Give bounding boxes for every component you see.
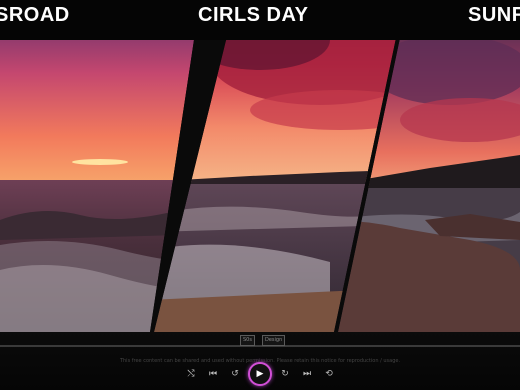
video-player-frame: SROAD CIRLS DAY SUNF S0s Design This fre…: [0, 0, 520, 390]
panel-title-2: CIRLS DAY: [198, 4, 309, 26]
skip-forward-icon[interactable]: ⏭: [298, 365, 316, 383]
timeline-marker-1[interactable]: S0s: [240, 335, 255, 346]
repeat-icon[interactable]: ⟲: [320, 365, 338, 383]
play-icon[interactable]: ▶: [248, 362, 272, 386]
playback-controls: ⤭ ⏮ ↺ ▶ ↻ ⏭ ⟲: [0, 362, 520, 386]
panel-title-1: SROAD: [0, 4, 70, 26]
panel-title-3: SUNF: [468, 4, 520, 26]
timeline-marker-2[interactable]: Design: [262, 335, 286, 346]
skip-back-icon[interactable]: ⏮: [204, 365, 222, 383]
timeline[interactable]: S0s Design: [0, 335, 520, 347]
rewind-icon[interactable]: ↺: [226, 365, 244, 383]
shuffle-icon[interactable]: ⤭: [182, 365, 200, 383]
forward-icon[interactable]: ↻: [276, 365, 294, 383]
timeline-track[interactable]: [0, 345, 520, 347]
player-controls-bar: S0s Design This free content can be shar…: [0, 332, 520, 390]
